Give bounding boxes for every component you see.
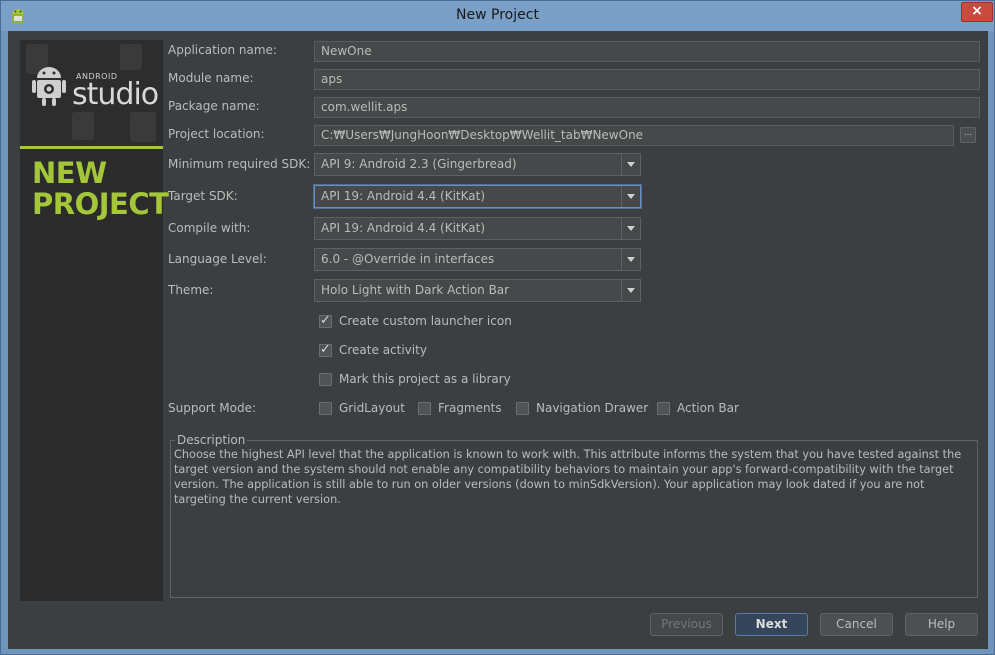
compile-with-label: Compile with: [168,221,251,235]
language-level-value: 6.0 - @Override in interfaces [321,252,495,266]
banner-decoration [130,112,156,142]
app-name-field[interactable]: NewOne [314,41,980,62]
min-sdk-dropdown[interactable]: API 9: Android 2.3 (Gingerbread) [314,153,641,176]
theme-label: Theme: [168,283,214,297]
fragments-label: Fragments [438,401,502,415]
create-activity-label: Create activity [339,343,427,357]
target-sdk-value: API 19: Android 4.4 (KitKat) [321,189,486,203]
compile-with-dropdown[interactable]: API 19: Android 4.4 (KitKat) [314,217,641,240]
target-sdk-label: Target SDK: [168,189,238,203]
checkbox-checked-icon[interactable] [319,342,332,357]
project-location-label: Project location: [168,127,265,141]
language-level-dropdown[interactable]: 6.0 - @Override in interfaces [314,248,641,271]
browse-button[interactable]: ... [960,127,976,143]
min-sdk-label: Minimum required SDK: [168,157,311,171]
window-title: New Project [456,7,539,23]
help-button[interactable]: Help [905,613,978,636]
banner-title-line2: PROJECT [32,187,169,221]
package-name-field[interactable]: com.wellit.aps [314,97,980,118]
banner-accent-line [20,146,163,149]
target-sdk-dropdown[interactable]: API 19: Android 4.4 (KitKat) [314,185,641,208]
action-bar-label: Action Bar [677,401,739,415]
theme-dropdown[interactable]: Holo Light with Dark Action Bar [314,279,641,302]
chevron-down-icon[interactable] [621,218,640,239]
compile-with-value: API 19: Android 4.4 (KitKat) [321,221,486,235]
banner-decoration [120,44,142,70]
android-studio-logo-icon [32,67,66,106]
project-location-field[interactable]: C:₩Users₩JungHoon₩Desktop₩Wellit_tab₩New… [314,125,954,146]
checkbox-unchecked-icon[interactable] [319,373,332,386]
checkbox-unchecked-icon[interactable] [319,402,332,415]
package-name-label: Package name: [168,99,260,113]
navigation-drawer-label: Navigation Drawer [536,401,649,415]
checkbox-unchecked-icon[interactable] [657,402,670,415]
support-mode-label: Support Mode: [168,401,256,415]
close-button[interactable]: × [961,2,993,22]
description-title: Description [175,433,248,447]
module-name-label: Module name: [168,71,254,85]
theme-value: Holo Light with Dark Action Bar [321,283,510,297]
checkbox-unchecked-icon[interactable] [516,402,529,415]
min-sdk-value: API 9: Android 2.3 (Gingerbread) [321,157,517,171]
description-text: Choose the highest API level that the ap… [174,448,962,506]
language-level-label: Language Level: [168,252,267,266]
module-name-field[interactable]: aps [314,69,980,90]
banner-decoration [72,112,94,140]
chevron-down-icon[interactable] [621,249,640,270]
studio-wordmark: studio [72,77,159,112]
next-button[interactable]: Next [735,613,808,636]
checkbox-checked-icon[interactable] [319,313,332,328]
new-project-banner: ANDROID studio NEW PROJECT [20,40,169,601]
app-name-label: Application name: [168,43,277,57]
title-bar[interactable]: New Project × [1,1,994,31]
banner-title: NEW PROJECT [32,156,169,221]
dialog-content: ANDROID studio NEW PROJECT Application n… [8,31,988,649]
previous-button[interactable]: Previous [650,613,723,636]
cancel-button[interactable]: Cancel [820,613,893,636]
android-studio-header: ANDROID studio [20,40,163,146]
chevron-down-icon[interactable] [621,154,640,175]
launcher-icon-label: Create custom launcher icon [339,314,512,328]
description-panel: Description Choose the highest API level… [170,433,978,598]
chevron-down-icon[interactable] [621,186,640,207]
banner-title-line1: NEW [32,156,107,190]
chevron-down-icon[interactable] [621,280,640,301]
checkbox-unchecked-icon[interactable] [418,402,431,415]
gridlayout-label: GridLayout [339,401,405,415]
library-label: Mark this project as a library [339,372,511,386]
new-project-window: New Project × ANDROID studio NEW PROJECT… [0,0,995,655]
